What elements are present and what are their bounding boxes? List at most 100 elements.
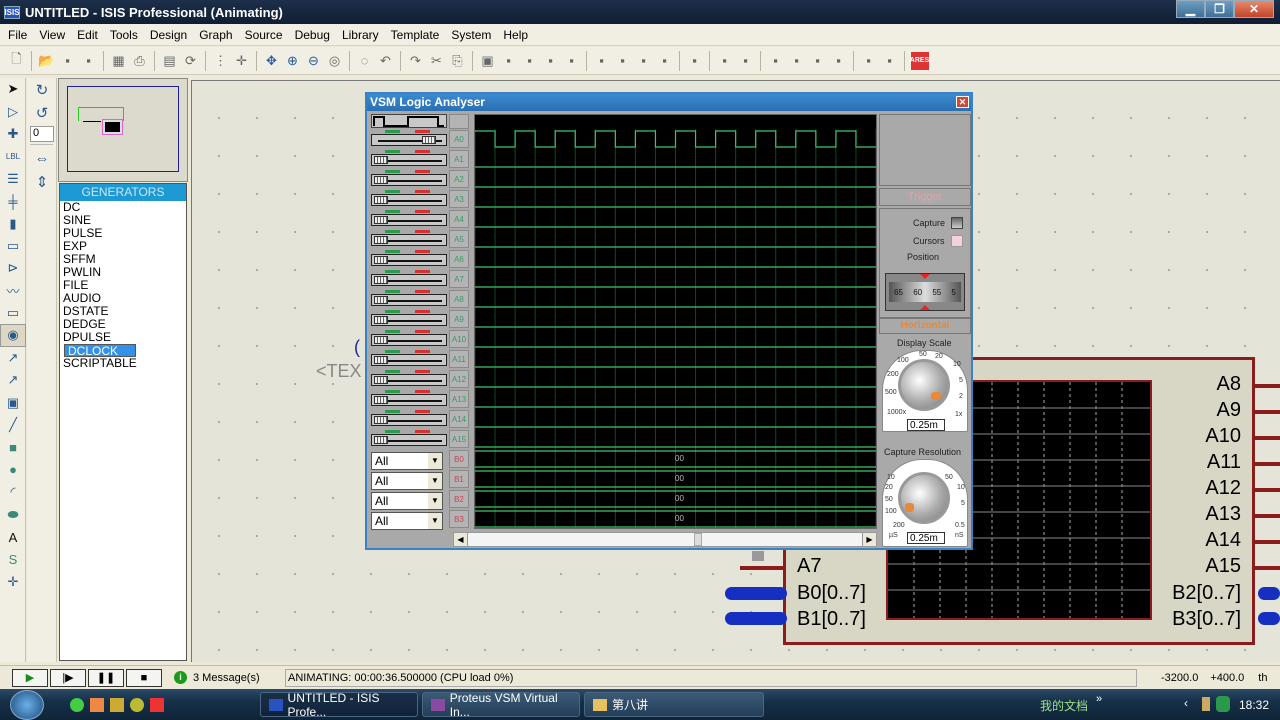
step-button[interactable]: |▶ [50,668,86,687]
export-icon[interactable]: ▦ [110,52,128,70]
chevron-down-icon[interactable]: ▼ [428,493,442,509]
generator-icon[interactable]: ◉ [0,324,26,347]
channel-slider[interactable] [371,154,447,166]
make-device-icon[interactable]: ▪ [614,52,632,70]
block-move-icon[interactable]: ▪ [521,52,539,70]
taskbar-task[interactable]: Proteus VSM Virtual In... [422,691,580,719]
slider-thumb[interactable] [374,436,388,444]
capture-button[interactable] [951,217,963,229]
taskbar-task[interactable]: 第八讲 [584,692,764,717]
channel-slider[interactable] [371,414,447,426]
save-icon[interactable]: ▪ [59,52,77,70]
bus-filter-select[interactable]: All ▼ [371,512,443,530]
copy-icon[interactable]: ⎘ [449,52,467,70]
electrical-rules-icon[interactable]: ▪ [881,52,899,70]
quicklaunch-icon[interactable] [90,697,104,712]
bus-wire[interactable] [1258,612,1280,625]
start-button[interactable] [10,689,44,720]
channel-slider[interactable] [371,394,447,406]
grid-icon[interactable]: ⋮ [212,52,230,70]
slider-thumb[interactable] [374,176,388,184]
quicklaunch-icon[interactable] [150,697,164,712]
new-sheet-icon[interactable]: ▪ [788,52,806,70]
channel-slider[interactable] [371,194,447,206]
network-icon[interactable] [1202,697,1210,711]
open-icon[interactable]: 📂 [38,52,56,70]
overview-window[interactable] [58,78,188,182]
cut-icon[interactable]: ✂ [428,52,446,70]
search-tag-icon[interactable]: ▪ [716,52,734,70]
messages-count[interactable]: 3 Message(s) [193,672,273,684]
graph-icon[interactable]: 〰 [0,280,26,302]
bus-icon[interactable]: ╪ [0,190,26,212]
display-scale-knob[interactable] [898,359,950,411]
scroll-left-button[interactable]: ◀ [454,533,468,546]
box-icon[interactable]: ■ [0,436,26,458]
menu-source[interactable]: Source [239,28,289,42]
pause-button[interactable]: ❚❚ [88,668,124,687]
channel-slider[interactable] [371,314,447,326]
undo-icon[interactable]: ↶ [377,52,395,70]
channel-slider[interactable] [371,434,447,446]
analyser-title-bar[interactable]: VSM Logic Analyser ✕ [367,94,971,111]
quicklaunch-icon[interactable] [70,697,84,712]
slider-thumb[interactable] [374,256,388,264]
cursors-button[interactable] [951,235,963,247]
slider-thumb[interactable] [374,276,388,284]
terminal-icon[interactable]: ▭ [0,235,26,257]
analyser-close-button[interactable]: ✕ [956,96,969,108]
pick-device-icon[interactable]: ▪ [593,52,611,70]
horizontal-scrollbar[interactable]: ◀ ▶ [453,532,877,547]
marker-icon[interactable]: ✛ [0,571,26,593]
path-icon[interactable]: ⬬ [0,503,26,525]
selection-icon[interactable]: ➤ [0,78,26,100]
channel-slider[interactable] [371,214,447,226]
redo-icon[interactable]: ↷ [407,52,425,70]
slider-thumb[interactable] [374,416,388,424]
text-script-icon[interactable]: ☰ [0,168,26,190]
design-explorer-icon[interactable]: ▪ [767,52,785,70]
bus-filter-select[interactable]: All ▼ [371,492,443,510]
menu-graph[interactable]: Graph [193,28,238,42]
position-dial[interactable]: 65 60 55 5 [885,273,965,311]
slider-thumb[interactable] [374,156,388,164]
slider-thumb[interactable] [374,196,388,204]
text-icon[interactable]: A [0,526,26,548]
minimize-button[interactable]: ▁ [1176,0,1205,18]
bus-wire[interactable] [725,587,787,600]
generators-list[interactable]: GENERATORS DC SINE PULSE EXP SFFM PWLIN FILE AU… [59,183,187,661]
chevron-down-icon[interactable]: ▼ [428,513,442,529]
bus-filter-select[interactable]: All ▼ [371,472,443,490]
chevron-down-icon[interactable]: ▼ [428,453,442,469]
block-rotate-icon[interactable]: ▪ [542,52,560,70]
slider-thumb[interactable] [374,376,388,384]
generator-item-scriptable[interactable]: SCRIPTABLE [60,357,186,370]
close-button[interactable]: ✕ [1234,0,1274,18]
capture-resolution-knob[interactable] [898,472,950,524]
tray-expand-icon[interactable]: ‹ [1184,696,1188,710]
rotate-clockwise-button[interactable]: ↻ [27,78,57,101]
current-probe-icon[interactable]: ↗ [0,369,26,391]
quicklaunch-icon[interactable] [110,697,124,712]
slider-thumb[interactable] [421,136,436,144]
play-button[interactable]: ▶ [12,668,48,687]
circle-icon[interactable]: ● [0,459,26,481]
pan-icon[interactable]: ✥ [263,52,281,70]
package-icon[interactable]: ▪ [635,52,653,70]
rotation-input[interactable]: 0 [30,126,54,142]
block-copy-icon[interactable]: ▪ [500,52,518,70]
bill-of-materials-icon[interactable]: ▪ [860,52,878,70]
exit-parent-icon[interactable]: ▪ [830,52,848,70]
menu-library[interactable]: Library [336,28,385,42]
property-tool-icon[interactable]: ▪ [737,52,755,70]
bus-filter-select[interactable]: All ▼ [371,452,443,470]
bus-wire[interactable] [1258,587,1280,600]
mirror-y-button[interactable]: ⇕ [27,170,57,193]
voltage-probe-icon[interactable]: ↗ [0,347,26,369]
virtual-instrument-icon[interactable]: ▣ [0,391,26,413]
wire-autorouter-icon[interactable]: ▪ [686,52,704,70]
line-icon[interactable]: ╱ [0,414,26,436]
slider-thumb[interactable] [374,216,388,224]
channel-slider[interactable] [371,234,447,246]
mirror-x-button[interactable]: ⇔ [27,147,57,170]
